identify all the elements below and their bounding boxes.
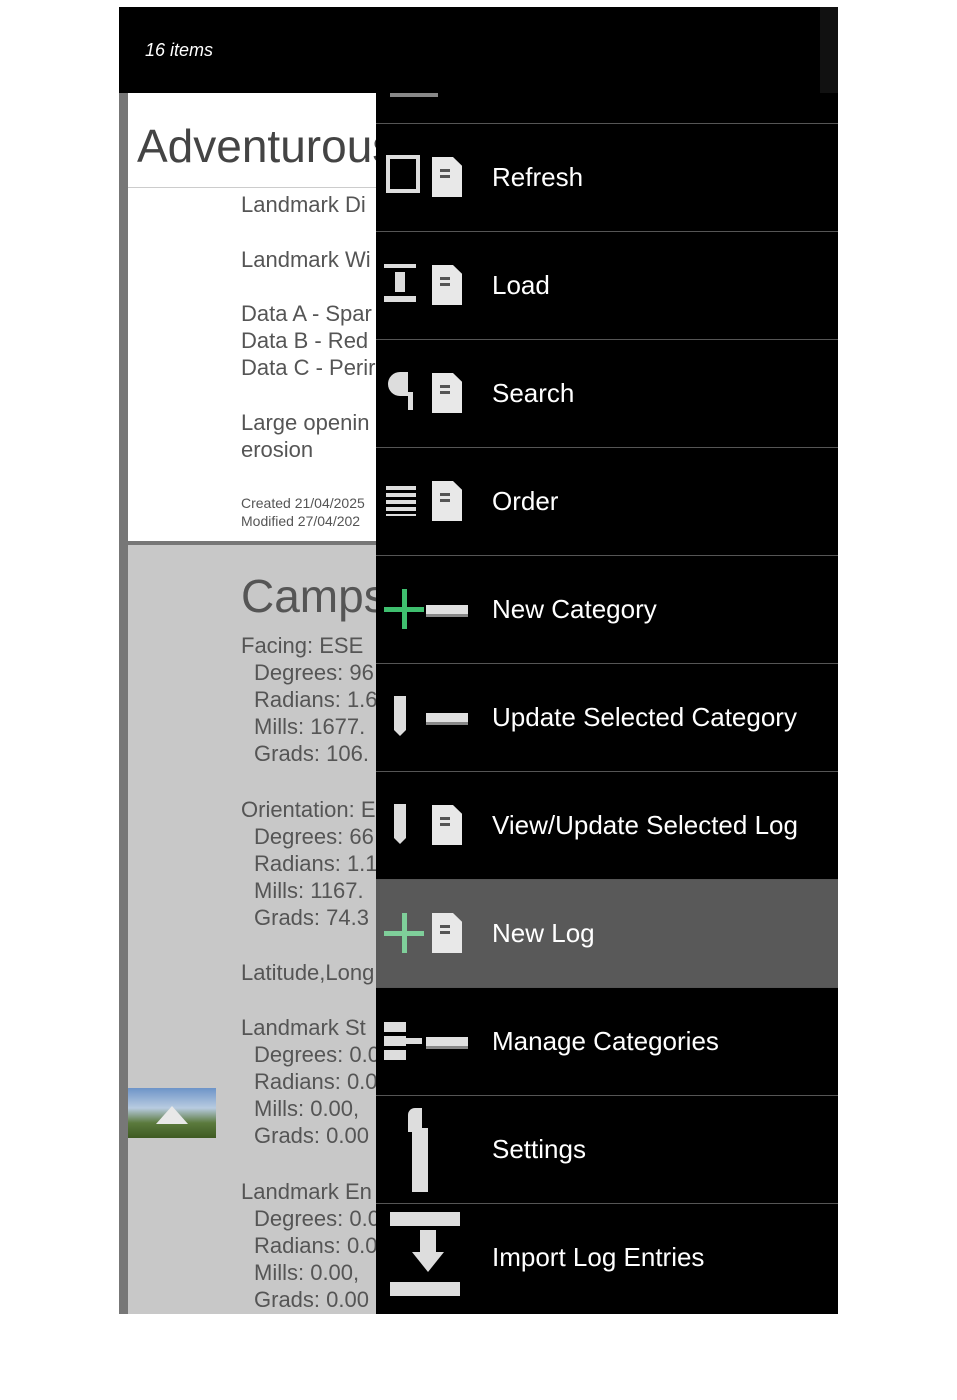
menu-item-label: Search <box>492 378 575 408</box>
menu-item-label: View/Update Selected Log <box>492 810 798 840</box>
manage-categories-icon <box>382 1010 478 1074</box>
list-item[interactable]: Camps Facing: ESE Degrees: 96 Radians: 1… <box>128 545 376 1314</box>
card-line: Grads: 74.3 <box>254 905 369 930</box>
menu-item-search[interactable]: Search <box>376 340 838 448</box>
top-bar: 16 items <box>119 7 838 93</box>
card-line: Data B - Red <box>241 328 369 353</box>
card-line: Grads: 0.00 <box>254 1287 369 1312</box>
import-icon <box>382 1212 478 1308</box>
item-count: 16 items <box>145 40 214 60</box>
log-title: Camps <box>241 570 376 622</box>
card-line: Mills: 0.00, <box>254 1260 360 1285</box>
menu-item-label: Import Log Entries <box>492 1242 705 1272</box>
card-line: Mills: 1167. <box>254 878 364 903</box>
menu-item-view-update-log[interactable]: View/Update Selected Log <box>376 772 838 880</box>
menu-item-order[interactable]: Order <box>376 448 838 556</box>
log-list[interactable]: Adventurous Landmark Di Landmark Wi Data… <box>119 93 376 1314</box>
card-line: Radians: 0.0 <box>254 1233 376 1258</box>
menu-item-settings[interactable]: Settings <box>376 1096 838 1204</box>
settings-icon <box>382 1108 478 1192</box>
divider <box>128 187 376 188</box>
menu-item-label: Update Selected Category <box>492 702 797 732</box>
menu-item-label: New Category <box>492 594 657 624</box>
card-line: Mills: 1677. <box>254 714 366 739</box>
edit-log-icon <box>382 794 478 858</box>
card-line: Landmark St <box>241 1015 366 1040</box>
card-line: Radians: 1.6 <box>254 687 376 712</box>
menu-item-partial[interactable] <box>376 93 838 124</box>
tent-image <box>156 1106 188 1124</box>
menu-item-manage-categories[interactable]: Manage Categories <box>376 988 838 1096</box>
menu-item-new-category[interactable]: New Category <box>376 556 838 664</box>
refresh-icon <box>382 146 478 210</box>
menu-item-new-log[interactable]: New Log <box>376 880 838 988</box>
add-category-icon <box>382 578 478 642</box>
search-icon <box>382 362 478 426</box>
menu-item-label: New Log <box>492 918 595 948</box>
card-line: Radians: 1.1 <box>254 851 376 876</box>
card-line: Data C - Perir <box>241 355 376 380</box>
edit-category-icon <box>382 686 478 750</box>
created-date: Created 21/04/2025 <box>241 495 365 511</box>
menu-item-label: Refresh <box>492 162 584 192</box>
order-icon <box>382 470 478 534</box>
top-bar-edge <box>820 7 838 93</box>
menu-item-label: Manage Categories <box>492 1026 719 1056</box>
card-line: Facing: ESE <box>241 633 364 658</box>
menu-item-load[interactable]: Load <box>376 232 838 340</box>
modified-date: Modified 27/04/202 <box>241 513 361 529</box>
card-line: Radians: 0.0 <box>254 1069 376 1094</box>
menu-item-label: Settings <box>492 1134 586 1164</box>
card-line: Degrees: 66 <box>254 824 374 849</box>
card-line: Orientation: E <box>241 797 376 822</box>
menu-item-update-category[interactable]: Update Selected Category <box>376 664 838 772</box>
partial-icon <box>390 93 438 97</box>
card-line: Landmark Di <box>241 192 366 217</box>
list-item[interactable]: Adventurous Landmark Di Landmark Wi Data… <box>128 93 376 541</box>
menu-item-label: Order <box>492 486 559 516</box>
card-line: Landmark En <box>241 1179 372 1204</box>
card-line: Degrees: 0.0 <box>254 1042 376 1067</box>
card-line: Landmark Wi <box>241 247 371 272</box>
card-line: Data A - Spar <box>241 301 372 326</box>
card-line: Degrees: 96 <box>254 660 374 685</box>
card-line: Large openin <box>241 410 370 435</box>
card-line: Grads: 0.00 <box>254 1123 369 1148</box>
add-log-icon <box>382 902 478 966</box>
card-line: Latitude,Long <box>241 960 375 985</box>
app-screen: 16 items Adventurous Landmark Di Landmar… <box>119 7 838 1314</box>
overflow-menu: Refresh Load Search Order New Category U… <box>376 93 838 1314</box>
card-line: Degrees: 0.0 <box>254 1206 376 1231</box>
category-title: Adventurous <box>137 120 376 172</box>
load-icon <box>382 254 478 318</box>
menu-item-import-log[interactable]: Import Log Entries <box>376 1204 838 1311</box>
card-line: Mills: 0.00, <box>254 1096 360 1121</box>
menu-item-label: Load <box>492 270 550 300</box>
card-line: Grads: 106. <box>254 741 369 766</box>
menu-item-refresh[interactable]: Refresh <box>376 124 838 232</box>
card-line: erosion <box>241 437 314 462</box>
camp-thumbnail[interactable] <box>128 1088 216 1138</box>
